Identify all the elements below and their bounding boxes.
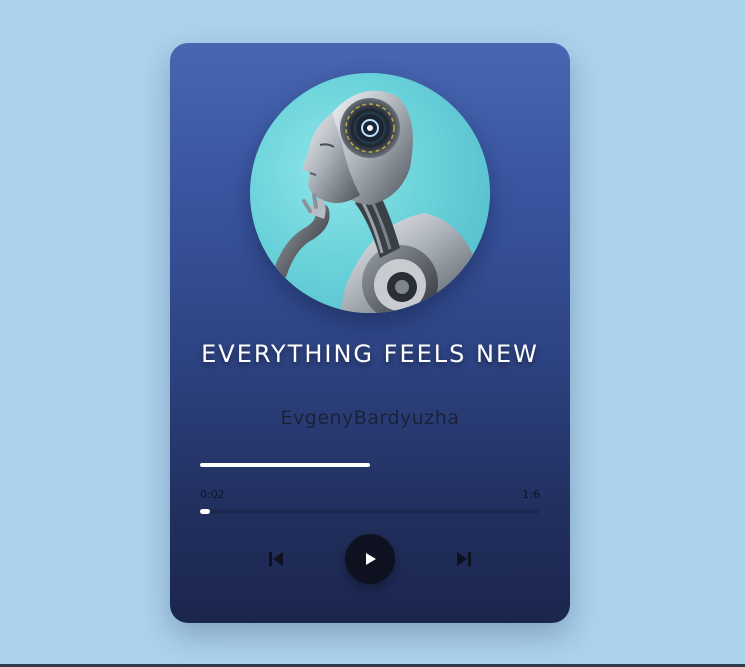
next-track-button[interactable] bbox=[450, 545, 478, 573]
music-player-card: EVERYTHING FEELS NEW EvgenyBardyuzha 0:0… bbox=[170, 43, 570, 623]
previous-track-button[interactable] bbox=[262, 545, 290, 573]
robot-portrait-icon bbox=[273, 90, 480, 313]
elapsed-time: 0:02 bbox=[200, 488, 225, 501]
track-artist: EvgenyBardyuzha bbox=[280, 407, 460, 429]
progress-bar-fill bbox=[200, 509, 211, 514]
play-icon bbox=[366, 553, 376, 565]
volume-slider[interactable] bbox=[200, 463, 540, 467]
skip-previous-icon bbox=[269, 552, 283, 566]
volume-slider-fill bbox=[200, 463, 370, 467]
album-artwork bbox=[250, 73, 490, 313]
total-duration: 1:6 bbox=[522, 488, 540, 501]
play-button[interactable] bbox=[345, 534, 395, 584]
playback-controls bbox=[170, 533, 570, 585]
skip-next-icon bbox=[457, 552, 471, 566]
track-title: EVERYTHING FEELS NEW bbox=[201, 340, 539, 368]
progress-bar[interactable] bbox=[200, 509, 540, 514]
